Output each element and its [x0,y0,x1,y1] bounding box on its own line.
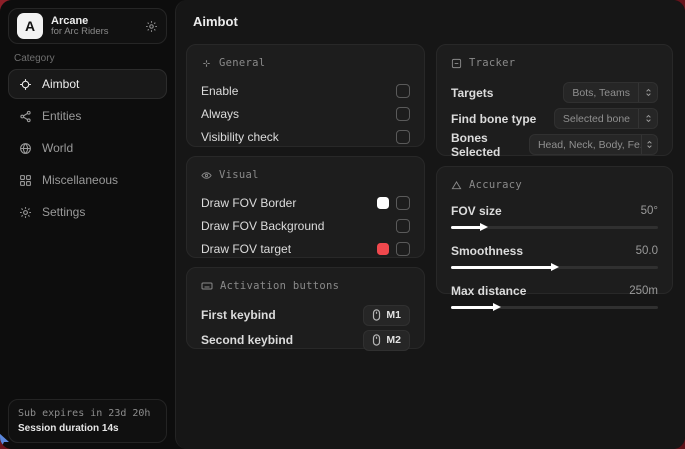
grid-icon [19,174,32,187]
card-accuracy: Accuracy FOV size 50° Smoothness 50.0 [436,166,673,294]
bones-selected-dropdown[interactable]: Head, Neck, Body, Fe... [529,134,658,155]
setting-row: Visibility check [201,126,410,148]
app-window: A Arcane for Arc Riders Category [0,0,685,449]
slider-row: Max distance 250m [451,282,658,312]
expand-icon [638,109,657,128]
sidebar: A Arcane for Arc Riders Category [0,0,175,449]
settings-gear-icon [19,206,32,219]
setting-row: Draw FOV target [201,238,410,260]
app-header: A Arcane for Arc Riders [8,8,167,44]
gear-icon[interactable] [145,20,158,33]
subscription-info: Sub expires in 23d 20h Session duration … [8,399,167,443]
max-distance-value: 250m [629,285,658,297]
sidebar-item-world[interactable]: World [8,133,167,163]
slider-row: Smoothness 50.0 [451,242,658,272]
slider-row: FOV size 50° [451,202,658,232]
sidebar-item-settings[interactable]: Settings [8,197,167,227]
setting-row: Draw FOV Border [201,192,410,214]
setting-row: Always [201,103,410,125]
expand-icon [638,83,657,102]
second-keybind-button[interactable]: M2 [363,330,410,351]
always-checkbox[interactable] [396,107,410,121]
find-bone-type-dropdown[interactable]: Selected bone [554,108,658,129]
fov-target-color-swatch[interactable] [377,243,389,255]
fov-target-checkbox[interactable] [396,242,410,256]
fov-size-slider[interactable] [451,222,658,232]
card-title: Tracker [469,57,515,69]
setting-row: Find bone type Selected bone [451,106,658,131]
smoothness-value: 50.0 [636,245,658,257]
fov-size-value: 50° [641,205,658,217]
keyboard-icon [201,280,213,292]
eye-icon [201,170,212,181]
enable-checkbox[interactable] [396,84,410,98]
slider-knob[interactable] [480,223,488,231]
sidebar-item-label: Entities [42,109,81,123]
sidebar-item-label: Settings [42,205,85,219]
setting-row: Draw FOV Background [201,215,410,237]
setting-row: Enable [201,80,410,102]
setting-row: Bones Selected Head, Neck, Body, Fe... [451,132,658,157]
card-general: General Enable Always Visibility check [186,44,425,147]
first-keybind-button[interactable]: M1 [363,305,410,326]
sidebar-item-label: Miscellaneous [42,173,118,187]
slider-knob[interactable] [551,263,559,271]
card-title: Activation buttons [220,280,339,292]
max-distance-slider[interactable] [451,302,658,312]
fov-background-checkbox[interactable] [396,219,410,233]
setting-row: First keybind M1 [201,303,410,327]
sidebar-item-label: World [42,141,73,155]
setting-row: Second keybind M2 [201,328,410,352]
globe-icon [19,142,32,155]
setting-row: Targets Bots, Teams [451,80,658,105]
fov-border-color-swatch[interactable] [377,197,389,209]
slider-knob[interactable] [493,303,501,311]
session-duration-text: Session duration 14s [18,423,157,434]
card-title: Accuracy [469,179,522,191]
entities-icon [19,110,32,123]
sidebar-item-entities[interactable]: Entities [8,101,167,131]
smoothness-slider[interactable] [451,262,658,272]
card-title: General [219,57,265,69]
mouse-icon [372,334,381,346]
app-logo: A [17,13,43,39]
card-tracker: Tracker Targets Bots, Teams Find bone ty… [436,44,673,156]
page-title: Aimbot [193,14,238,29]
mouse-cursor [0,431,12,449]
crosshair-icon [19,78,32,91]
fov-border-checkbox[interactable] [396,196,410,210]
app-subtitle: for Arc Riders [51,27,137,37]
sidebar-item-label: Aimbot [42,77,79,91]
sidebar-nav: Aimbot Entities World [8,69,167,229]
app-name: Arcane [51,15,137,27]
crosshair-icon [201,58,212,69]
expand-icon [641,135,657,154]
triangle-icon [451,180,462,191]
sidebar-item-miscellaneous[interactable]: Miscellaneous [8,165,167,195]
visibility-check-checkbox[interactable] [396,130,410,144]
mouse-icon [372,309,381,321]
card-visual: Visual Draw FOV Border Draw FOV Backgrou… [186,156,425,258]
card-title: Visual [219,169,259,181]
tracker-icon [451,58,462,69]
targets-dropdown[interactable]: Bots, Teams [563,82,658,103]
card-activation-buttons: Activation buttons First keybind M1 Seco… [186,267,425,349]
main-panel: Aimbot General Enable Always Visibili [175,0,685,449]
sidebar-item-aimbot[interactable]: Aimbot [8,69,167,99]
sub-expiry-text: Sub expires in 23d 20h [18,408,157,419]
category-label: Category [14,53,55,64]
